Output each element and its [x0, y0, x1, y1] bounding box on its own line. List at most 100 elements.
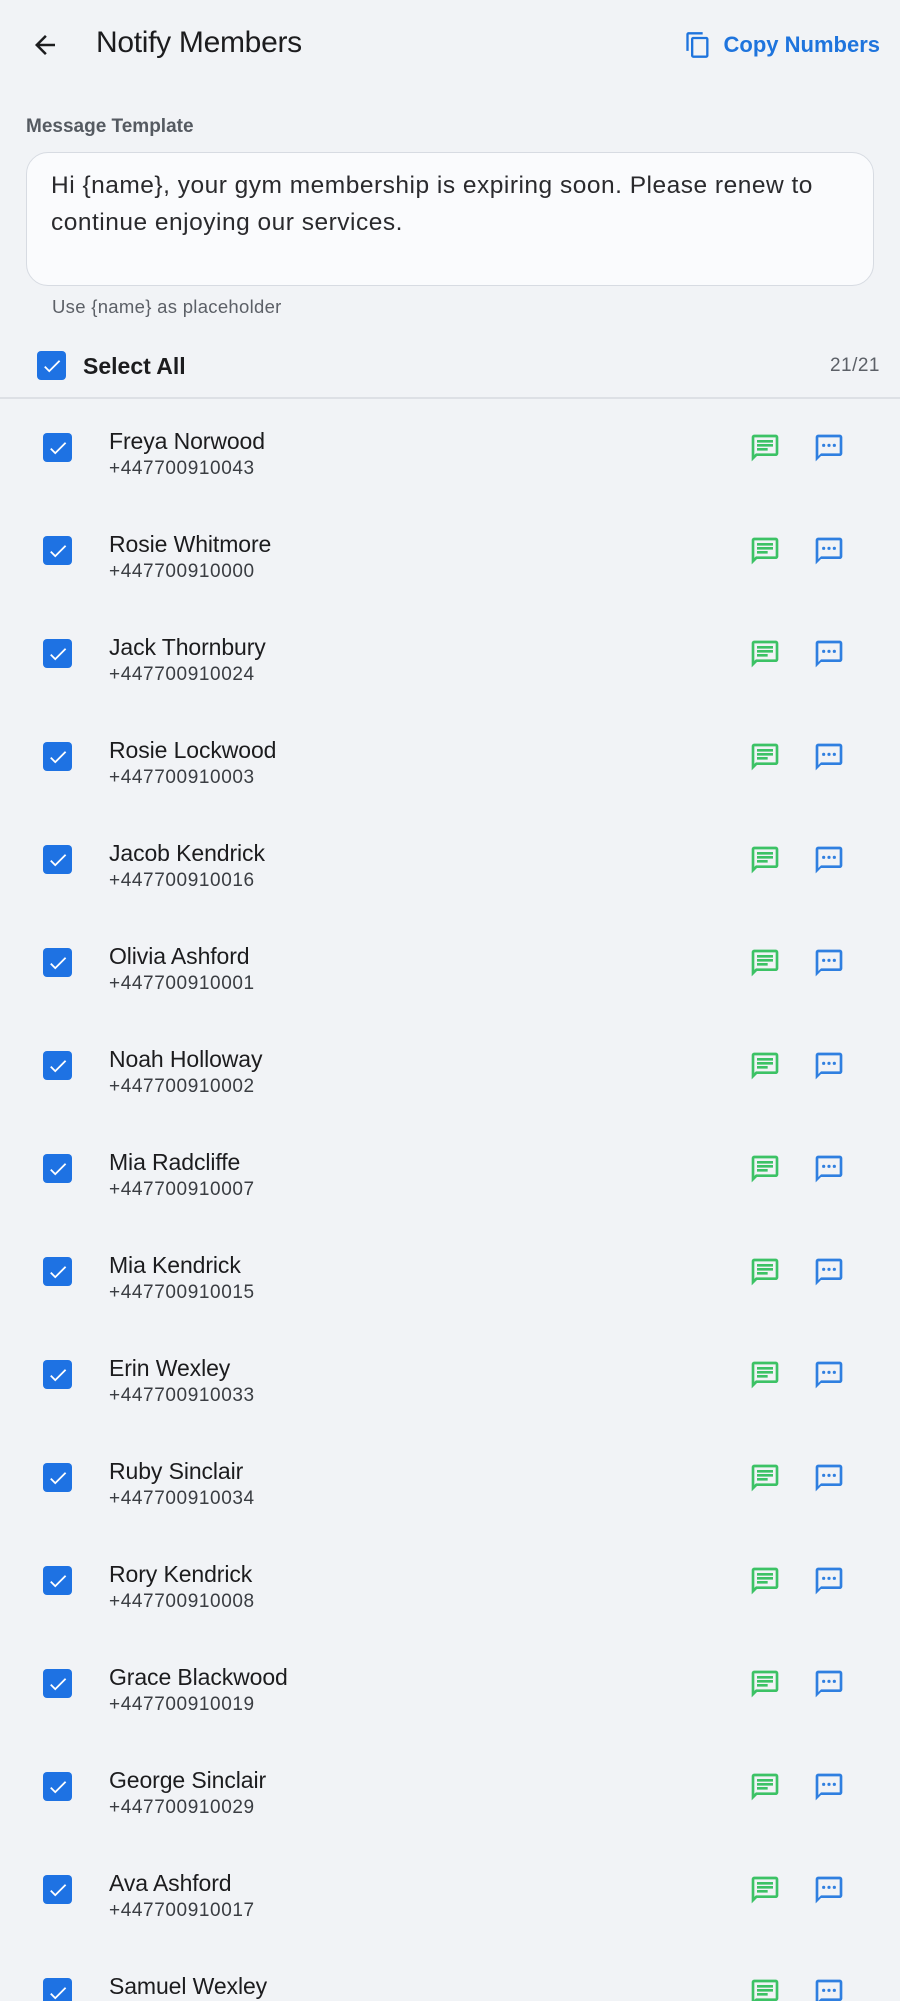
send-sms-button[interactable]: [746, 532, 784, 570]
sms-icon: [751, 1464, 779, 1492]
member-phone: +447700910000: [109, 561, 255, 582]
member-phone: +447700910019: [109, 1694, 255, 1715]
send-message-button[interactable]: [810, 1562, 848, 1600]
member-phone: +447700910043: [109, 458, 255, 479]
send-message-button[interactable]: [810, 841, 848, 879]
member-checkbox[interactable]: [43, 536, 72, 565]
send-sms-button[interactable]: [746, 1665, 784, 1703]
member-checkbox[interactable]: [43, 948, 72, 977]
send-message-button[interactable]: [810, 635, 848, 673]
member-checkbox[interactable]: [43, 1360, 72, 1389]
member-checkbox[interactable]: [43, 1875, 72, 1904]
member-name: Mia Radcliffe: [109, 1149, 241, 1175]
message-bubble-icon: [815, 743, 843, 771]
check-icon: [43, 359, 60, 372]
message-bubble-icon: [815, 846, 843, 874]
send-sms-button[interactable]: [746, 1974, 784, 2001]
placeholder-hint: Use {name} as placeholder: [52, 296, 282, 317]
send-sms-button[interactable]: [746, 1356, 784, 1394]
sms-icon: [751, 1052, 779, 1080]
send-message-button[interactable]: [810, 1768, 848, 1806]
check-icon: [49, 1574, 66, 1587]
send-message-button[interactable]: [810, 1871, 848, 1909]
send-message-button[interactable]: [810, 738, 848, 776]
member-checkbox[interactable]: [43, 1051, 72, 1080]
send-sms-button[interactable]: [746, 1047, 784, 1085]
send-sms-button[interactable]: [746, 1253, 784, 1291]
send-sms-button[interactable]: [746, 1459, 784, 1497]
send-sms-button[interactable]: [746, 944, 784, 982]
member-checkbox[interactable]: [43, 433, 72, 462]
message-bubble-icon: [815, 1361, 843, 1389]
app-bar: Notify Members Copy Numbers: [0, 0, 900, 90]
message-template-input[interactable]: Hi {name}, your gym membership is expiri…: [26, 152, 874, 286]
sms-icon: [751, 434, 779, 462]
member-checkbox[interactable]: [43, 1978, 72, 2001]
member-phone: +447700910029: [109, 1797, 255, 1818]
member-checkbox[interactable]: [43, 1669, 72, 1698]
message-bubble-icon: [815, 1567, 843, 1595]
send-message-button[interactable]: [810, 1974, 848, 2001]
member-row[interactable]: Mia Radcliffe +447700910007: [0, 1119, 900, 1222]
send-message-button[interactable]: [810, 1253, 848, 1291]
send-sms-button[interactable]: [746, 841, 784, 879]
member-row[interactable]: Rosie Lockwood +447700910003: [0, 707, 900, 810]
member-checkbox[interactable]: [43, 1772, 72, 1801]
member-checkbox[interactable]: [43, 742, 72, 771]
member-row[interactable]: Ava Ashford +447700910017: [0, 1840, 900, 1943]
send-sms-button[interactable]: [746, 738, 784, 776]
member-name: George Sinclair: [109, 1767, 267, 1793]
member-row[interactable]: Olivia Ashford +447700910001: [0, 913, 900, 1016]
member-checkbox[interactable]: [43, 1257, 72, 1286]
member-row[interactable]: Mia Kendrick +447700910015: [0, 1222, 900, 1325]
member-checkbox[interactable]: [43, 639, 72, 668]
member-row[interactable]: Erin Wexley +447700910033: [0, 1325, 900, 1428]
send-message-button[interactable]: [810, 1356, 848, 1394]
send-sms-button[interactable]: [746, 1150, 784, 1188]
send-message-button[interactable]: [810, 532, 848, 570]
member-row[interactable]: Noah Holloway +447700910002: [0, 1016, 900, 1119]
send-sms-button[interactable]: [746, 429, 784, 467]
member-checkbox[interactable]: [43, 845, 72, 874]
member-row[interactable]: Ruby Sinclair +447700910034: [0, 1428, 900, 1531]
send-message-button[interactable]: [810, 1665, 848, 1703]
member-name: Rory Kendrick: [109, 1561, 253, 1587]
back-button[interactable]: [22, 22, 68, 68]
message-bubble-icon: [815, 949, 843, 977]
member-checkbox[interactable]: [43, 1154, 72, 1183]
check-icon: [49, 1986, 66, 1999]
member-name: Rosie Lockwood: [109, 737, 277, 763]
message-bubble-icon: [815, 1876, 843, 1904]
member-checkbox[interactable]: [43, 1463, 72, 1492]
select-all-checkbox[interactable]: [37, 351, 66, 380]
send-sms-button[interactable]: [746, 1871, 784, 1909]
member-row[interactable]: Jacob Kendrick +447700910016: [0, 810, 900, 913]
member-row[interactable]: Jack Thornbury +447700910024: [0, 604, 900, 707]
member-row[interactable]: George Sinclair +447700910029: [0, 1737, 900, 1840]
send-message-button[interactable]: [810, 1459, 848, 1497]
member-row[interactable]: Rosie Whitmore +447700910000: [0, 501, 900, 604]
member-name: Olivia Ashford: [109, 943, 250, 969]
send-sms-button[interactable]: [746, 1562, 784, 1600]
member-row[interactable]: Rory Kendrick +447700910008: [0, 1531, 900, 1634]
sms-icon: [751, 743, 779, 771]
member-row[interactable]: Grace Blackwood +447700910019: [0, 1634, 900, 1737]
send-message-button[interactable]: [810, 1047, 848, 1085]
member-row[interactable]: Freya Norwood +447700910043: [0, 398, 900, 501]
send-message-button[interactable]: [810, 944, 848, 982]
check-icon: [49, 1368, 66, 1381]
member-row[interactable]: Samuel Wexley: [0, 1943, 900, 2001]
send-sms-button[interactable]: [746, 635, 784, 673]
select-all-row[interactable]: Select All 21/21: [0, 340, 900, 398]
send-message-button[interactable]: [810, 1150, 848, 1188]
member-name: Erin Wexley: [109, 1355, 231, 1381]
send-sms-button[interactable]: [746, 1768, 784, 1806]
member-phone: +447700910034: [109, 1488, 255, 1509]
sms-icon: [751, 537, 779, 565]
member-checkbox[interactable]: [43, 1566, 72, 1595]
sms-icon: [751, 1361, 779, 1389]
send-message-button[interactable]: [810, 429, 848, 467]
check-icon: [49, 1265, 66, 1278]
copy-numbers-button[interactable]: Copy Numbers: [684, 24, 880, 66]
check-icon: [49, 853, 66, 866]
